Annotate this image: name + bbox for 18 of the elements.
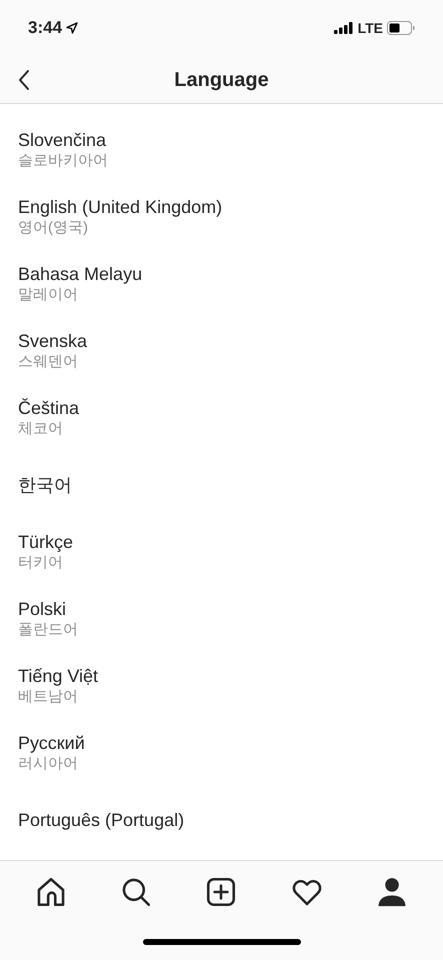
location-arrow-icon [66,22,78,34]
page-title: Language [174,68,269,92]
language-item[interactable]: Polski 폴란드어 [0,585,443,652]
language-item[interactable]: Português (Portugal) [0,786,443,853]
language-item[interactable]: Slovenčina 슬로바키아어 [0,116,443,183]
language-item[interactable]: Čeština 체코어 [0,384,443,451]
back-icon [16,68,32,92]
language-item[interactable]: Svenska 스웨덴어 [0,317,443,384]
language-item[interactable]: 한국어 [0,451,443,518]
network-label: LTE [358,18,383,38]
language-item[interactable]: English (United Kingdom) 영어(영국) [0,183,443,250]
language-item[interactable]: Русский 러시아어 [0,719,443,786]
status-time: 3:44 [28,17,62,40]
signal-icon [334,22,354,34]
battery-icon [387,21,415,35]
language-item[interactable]: Tiếng Việt 베트남어 [0,652,443,719]
language-item[interactable]: Türkçe 터키어 [0,518,443,585]
language-item[interactable]: Bahasa Melayu 말레이어 [0,250,443,317]
